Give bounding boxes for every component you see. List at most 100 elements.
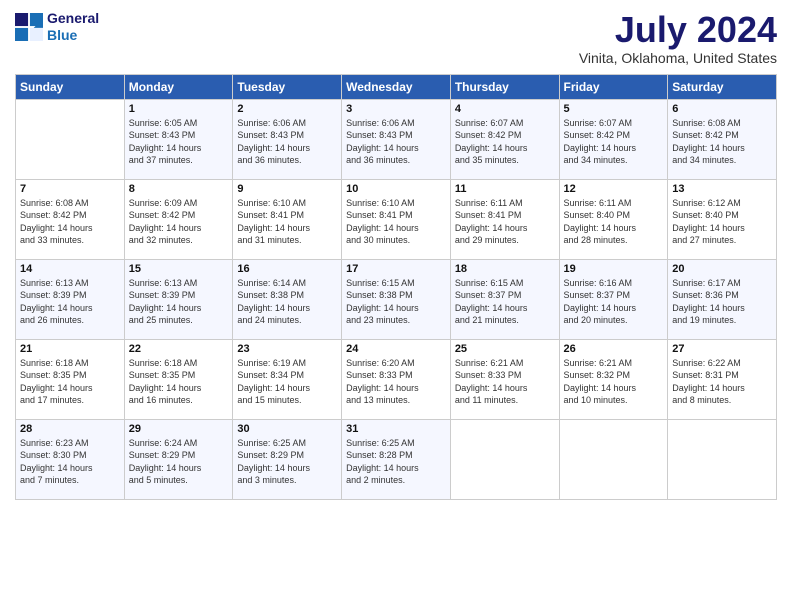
- logo-text: General Blue: [47, 10, 99, 44]
- day-info: Sunrise: 6:18 AM Sunset: 8:35 PM Dayligh…: [129, 357, 229, 407]
- day-number: 2: [237, 103, 337, 115]
- day-number: 1: [129, 103, 229, 115]
- day-info: Sunrise: 6:06 AM Sunset: 8:43 PM Dayligh…: [237, 117, 337, 167]
- header: General Blue July 2024 Vinita, Oklahoma,…: [15, 10, 777, 66]
- column-header-thursday: Thursday: [450, 74, 559, 99]
- month-title: July 2024: [579, 10, 777, 50]
- column-header-tuesday: Tuesday: [233, 74, 342, 99]
- week-row-3: 14 Sunrise: 6:13 AM Sunset: 8:39 PM Dayli…: [16, 259, 777, 339]
- day-number: 3: [346, 103, 446, 115]
- day-cell: 1 Sunrise: 6:05 AM Sunset: 8:43 PM Daylig…: [124, 99, 233, 179]
- day-info: Sunrise: 6:22 AM Sunset: 8:31 PM Dayligh…: [672, 357, 772, 407]
- day-cell: 9 Sunrise: 6:10 AM Sunset: 8:41 PM Daylig…: [233, 179, 342, 259]
- day-info: Sunrise: 6:10 AM Sunset: 8:41 PM Dayligh…: [346, 197, 446, 247]
- day-cell: 28 Sunrise: 6:23 AM Sunset: 8:30 PM Dayli…: [16, 419, 125, 499]
- day-info: Sunrise: 6:15 AM Sunset: 8:37 PM Dayligh…: [455, 277, 555, 327]
- day-number: 9: [237, 183, 337, 195]
- day-info: Sunrise: 6:20 AM Sunset: 8:33 PM Dayligh…: [346, 357, 446, 407]
- day-info: Sunrise: 6:13 AM Sunset: 8:39 PM Dayligh…: [129, 277, 229, 327]
- week-row-1: 1 Sunrise: 6:05 AM Sunset: 8:43 PM Daylig…: [16, 99, 777, 179]
- day-number: 28: [20, 423, 120, 435]
- calendar-container: General Blue July 2024 Vinita, Oklahoma,…: [0, 0, 792, 612]
- day-cell: 22 Sunrise: 6:18 AM Sunset: 8:35 PM Dayli…: [124, 339, 233, 419]
- day-cell: [450, 419, 559, 499]
- calendar-table: SundayMondayTuesdayWednesdayThursdayFrid…: [15, 74, 777, 500]
- day-cell: 8 Sunrise: 6:09 AM Sunset: 8:42 PM Daylig…: [124, 179, 233, 259]
- day-cell: 5 Sunrise: 6:07 AM Sunset: 8:42 PM Daylig…: [559, 99, 668, 179]
- day-number: 10: [346, 183, 446, 195]
- day-number: 16: [237, 263, 337, 275]
- day-cell: 11Sunrise: 6:11 AM Sunset: 8:41 PM Dayli…: [450, 179, 559, 259]
- day-number: 30: [237, 423, 337, 435]
- day-cell: 20Sunrise: 6:17 AM Sunset: 8:36 PM Dayli…: [668, 259, 777, 339]
- day-number: 5: [564, 103, 664, 115]
- day-cell: 13Sunrise: 6:12 AM Sunset: 8:40 PM Dayli…: [668, 179, 777, 259]
- day-info: Sunrise: 6:21 AM Sunset: 8:32 PM Dayligh…: [564, 357, 664, 407]
- column-header-sunday: Sunday: [16, 74, 125, 99]
- day-number: 7: [20, 183, 120, 195]
- day-cell: 2 Sunrise: 6:06 AM Sunset: 8:43 PM Daylig…: [233, 99, 342, 179]
- day-cell: 29 Sunrise: 6:24 AM Sunset: 8:29 PM Dayli…: [124, 419, 233, 499]
- day-cell: 6 Sunrise: 6:08 AM Sunset: 8:42 PM Daylig…: [668, 99, 777, 179]
- day-cell: 25 Sunrise: 6:21 AM Sunset: 8:33 PM Dayli…: [450, 339, 559, 419]
- day-info: Sunrise: 6:08 AM Sunset: 8:42 PM Dayligh…: [20, 197, 120, 247]
- day-cell: 23Sunrise: 6:19 AM Sunset: 8:34 PM Dayli…: [233, 339, 342, 419]
- day-number: 14: [20, 263, 120, 275]
- day-number: 22: [129, 343, 229, 355]
- day-info: Sunrise: 6:05 AM Sunset: 8:43 PM Dayligh…: [129, 117, 229, 167]
- day-cell: 31 Sunrise: 6:25 AM Sunset: 8:28 PM Dayli…: [342, 419, 451, 499]
- day-cell: 21 Sunrise: 6:18 AM Sunset: 8:35 PM Dayli…: [16, 339, 125, 419]
- week-row-4: 21 Sunrise: 6:18 AM Sunset: 8:35 PM Dayli…: [16, 339, 777, 419]
- day-cell: 26 Sunrise: 6:21 AM Sunset: 8:32 PM Dayli…: [559, 339, 668, 419]
- day-info: Sunrise: 6:16 AM Sunset: 8:37 PM Dayligh…: [564, 277, 664, 327]
- day-number: 19: [564, 263, 664, 275]
- day-cell: 3Sunrise: 6:06 AM Sunset: 8:43 PM Daylig…: [342, 99, 451, 179]
- day-cell: 16 Sunrise: 6:14 AM Sunset: 8:38 PM Dayli…: [233, 259, 342, 339]
- day-info: Sunrise: 6:24 AM Sunset: 8:29 PM Dayligh…: [129, 437, 229, 487]
- day-number: 18: [455, 263, 555, 275]
- day-number: 15: [129, 263, 229, 275]
- day-info: Sunrise: 6:14 AM Sunset: 8:38 PM Dayligh…: [237, 277, 337, 327]
- day-info: Sunrise: 6:13 AM Sunset: 8:39 PM Dayligh…: [20, 277, 120, 327]
- day-cell: 27Sunrise: 6:22 AM Sunset: 8:31 PM Dayli…: [668, 339, 777, 419]
- day-info: Sunrise: 6:25 AM Sunset: 8:28 PM Dayligh…: [346, 437, 446, 487]
- logo: General Blue: [15, 10, 99, 44]
- day-info: Sunrise: 6:10 AM Sunset: 8:41 PM Dayligh…: [237, 197, 337, 247]
- day-number: 6: [672, 103, 772, 115]
- day-number: 8: [129, 183, 229, 195]
- day-number: 23: [237, 343, 337, 355]
- day-cell: [559, 419, 668, 499]
- day-number: 31: [346, 423, 446, 435]
- day-info: Sunrise: 6:15 AM Sunset: 8:38 PM Dayligh…: [346, 277, 446, 327]
- day-info: Sunrise: 6:25 AM Sunset: 8:29 PM Dayligh…: [237, 437, 337, 487]
- day-number: 26: [564, 343, 664, 355]
- day-cell: 18 Sunrise: 6:15 AM Sunset: 8:37 PM Dayli…: [450, 259, 559, 339]
- week-row-2: 7 Sunrise: 6:08 AM Sunset: 8:42 PM Daylig…: [16, 179, 777, 259]
- column-header-wednesday: Wednesday: [342, 74, 451, 99]
- day-cell: 4Sunrise: 6:07 AM Sunset: 8:42 PM Daylig…: [450, 99, 559, 179]
- day-info: Sunrise: 6:08 AM Sunset: 8:42 PM Dayligh…: [672, 117, 772, 167]
- logo-icon: [15, 13, 43, 41]
- day-number: 21: [20, 343, 120, 355]
- day-cell: [16, 99, 125, 179]
- day-cell: 10 Sunrise: 6:10 AM Sunset: 8:41 PM Dayli…: [342, 179, 451, 259]
- day-number: 29: [129, 423, 229, 435]
- day-info: Sunrise: 6:21 AM Sunset: 8:33 PM Dayligh…: [455, 357, 555, 407]
- column-header-monday: Monday: [124, 74, 233, 99]
- day-info: Sunrise: 6:18 AM Sunset: 8:35 PM Dayligh…: [20, 357, 120, 407]
- day-cell: 14 Sunrise: 6:13 AM Sunset: 8:39 PM Dayli…: [16, 259, 125, 339]
- day-info: Sunrise: 6:11 AM Sunset: 8:40 PM Dayligh…: [564, 197, 664, 247]
- day-info: Sunrise: 6:07 AM Sunset: 8:42 PM Dayligh…: [564, 117, 664, 167]
- week-row-5: 28 Sunrise: 6:23 AM Sunset: 8:30 PM Dayli…: [16, 419, 777, 499]
- day-cell: 30 Sunrise: 6:25 AM Sunset: 8:29 PM Dayli…: [233, 419, 342, 499]
- day-number: 24: [346, 343, 446, 355]
- day-number: 20: [672, 263, 772, 275]
- day-info: Sunrise: 6:23 AM Sunset: 8:30 PM Dayligh…: [20, 437, 120, 487]
- day-number: 25: [455, 343, 555, 355]
- day-cell: 15 Sunrise: 6:13 AM Sunset: 8:39 PM Dayli…: [124, 259, 233, 339]
- day-number: 12: [564, 183, 664, 195]
- day-info: Sunrise: 6:09 AM Sunset: 8:42 PM Dayligh…: [129, 197, 229, 247]
- day-number: 11: [455, 183, 555, 195]
- day-info: Sunrise: 6:12 AM Sunset: 8:40 PM Dayligh…: [672, 197, 772, 247]
- column-header-saturday: Saturday: [668, 74, 777, 99]
